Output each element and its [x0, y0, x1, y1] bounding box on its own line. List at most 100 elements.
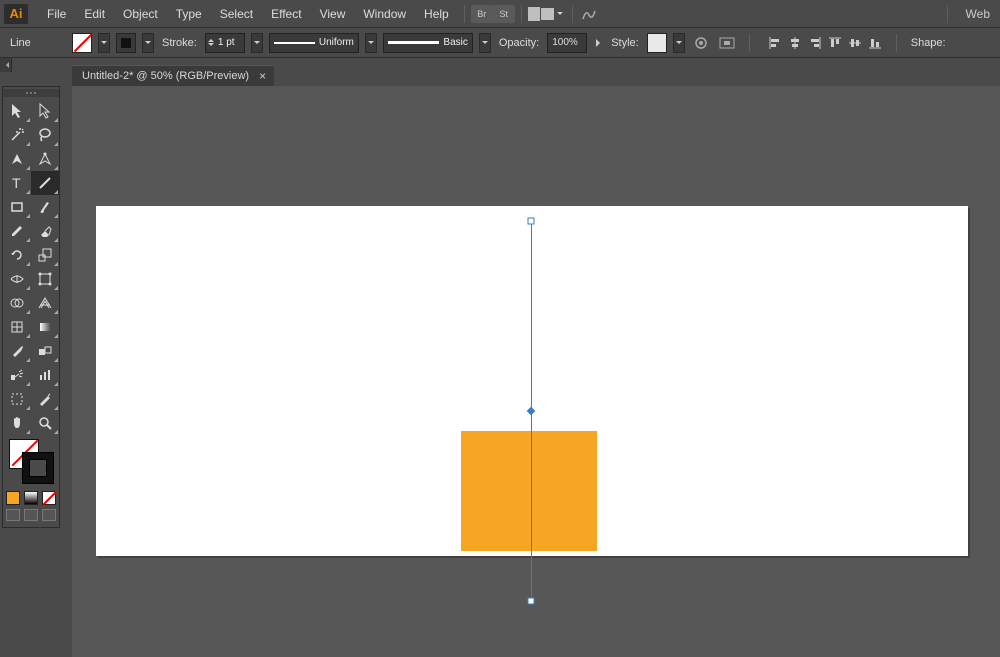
control-separator	[896, 34, 897, 52]
svg-text:T: T	[12, 176, 21, 190]
perspective-grid-tool[interactable]	[31, 291, 59, 315]
fill-dropdown[interactable]	[98, 33, 110, 53]
menu-window[interactable]: Window	[354, 3, 415, 25]
stock-button[interactable]: St	[493, 5, 515, 23]
slice-tool[interactable]	[31, 387, 59, 411]
color-mode-solid[interactable]	[6, 491, 20, 505]
stroke-color-box[interactable]	[23, 453, 53, 483]
color-mode-gradient[interactable]	[24, 491, 38, 505]
rectangle-tool[interactable]	[3, 195, 31, 219]
gpu-preview-icon[interactable]	[579, 4, 599, 24]
control-separator	[749, 34, 750, 52]
brush-definition-select[interactable]: Basic	[383, 33, 473, 53]
stroke-profile-select[interactable]: Uniform	[269, 33, 359, 53]
rotate-tool[interactable]	[3, 243, 31, 267]
menu-select[interactable]: Select	[211, 3, 262, 25]
graphic-style-dropdown[interactable]	[673, 33, 685, 53]
paintbrush-tool[interactable]	[31, 195, 59, 219]
stroke-dropdown[interactable]	[142, 33, 154, 53]
column-graph-tool[interactable]	[31, 363, 59, 387]
menu-file[interactable]: File	[38, 3, 75, 25]
bridge-button[interactable]: Br	[471, 5, 493, 23]
document-tab-bar: Untitled-2* @ 50% (RGB/Preview) ×	[72, 64, 274, 86]
mesh-tool[interactable]	[3, 315, 31, 339]
menu-effect[interactable]: Effect	[262, 3, 310, 25]
align-bottom-icon[interactable]	[866, 34, 884, 52]
screen-mode-row	[3, 509, 59, 525]
stroke-weight-stepper[interactable]: 1 pt	[205, 33, 245, 53]
align-buttons-group	[766, 34, 884, 52]
document-tab-title: Untitled-2* @ 50% (RGB/Preview)	[82, 70, 249, 82]
tools-panel-handle[interactable]	[3, 89, 59, 97]
workspace-switcher[interactable]: Web	[960, 5, 996, 23]
menu-view[interactable]: View	[311, 3, 355, 25]
close-tab-icon[interactable]: ×	[259, 70, 266, 82]
lasso-tool[interactable]	[31, 123, 59, 147]
pencil-tool[interactable]	[3, 219, 31, 243]
stroke-profile-dropdown[interactable]	[365, 33, 377, 53]
menu-type[interactable]: Type	[167, 3, 211, 25]
align-left-icon[interactable]	[766, 34, 784, 52]
draw-normal-icon[interactable]	[6, 509, 20, 521]
scale-tool[interactable]	[31, 243, 59, 267]
align-hcenter-icon[interactable]	[786, 34, 804, 52]
draw-inside-icon[interactable]	[42, 509, 56, 521]
style-label: Style:	[609, 37, 641, 49]
artboard-tool[interactable]	[3, 387, 31, 411]
brush-label: Basic	[443, 37, 467, 48]
stroke-swatch[interactable]	[116, 33, 136, 53]
opacity-value[interactable]: 100%	[547, 33, 587, 53]
tools-panel: T	[2, 86, 60, 528]
menu-separator	[464, 5, 465, 23]
document-tab[interactable]: Untitled-2* @ 50% (RGB/Preview) ×	[72, 65, 274, 86]
zoom-tool[interactable]	[31, 411, 59, 435]
hand-tool[interactable]	[3, 411, 31, 435]
menu-separator	[947, 5, 948, 23]
align-right-icon[interactable]	[806, 34, 824, 52]
menu-separator	[521, 5, 522, 23]
stroke-profile-label: Uniform	[319, 37, 354, 48]
color-mode-none[interactable]	[42, 491, 56, 505]
selection-tool[interactable]	[3, 99, 31, 123]
free-transform-tool[interactable]	[31, 267, 59, 291]
symbol-sprayer-tool[interactable]	[3, 363, 31, 387]
eyedropper-tool[interactable]	[3, 339, 31, 363]
line-segment-tool[interactable]	[31, 171, 59, 195]
shape-builder-tool[interactable]	[3, 291, 31, 315]
blend-tool[interactable]	[31, 339, 59, 363]
arrange-documents-button[interactable]	[528, 6, 554, 22]
align-top-icon[interactable]	[826, 34, 844, 52]
menu-object[interactable]: Object	[114, 3, 167, 25]
recolor-artwork-icon[interactable]	[691, 33, 711, 53]
opacity-dropdown[interactable]	[593, 38, 603, 48]
arrange-documents-dropdown[interactable]	[554, 4, 566, 24]
width-tool[interactable]	[3, 267, 31, 291]
align-vcenter-icon[interactable]	[846, 34, 864, 52]
draw-behind-icon[interactable]	[24, 509, 38, 521]
type-tool[interactable]: T	[3, 171, 31, 195]
direct-selection-tool[interactable]	[31, 99, 59, 123]
curvature-tool[interactable]	[31, 147, 59, 171]
menu-help[interactable]: Help	[415, 3, 458, 25]
menu-edit[interactable]: Edit	[75, 3, 114, 25]
tool-name-label: Line	[6, 37, 66, 49]
shape-label: Shape:	[909, 37, 948, 49]
stroke-weight-dropdown[interactable]	[251, 33, 263, 53]
artboard[interactable]	[96, 206, 968, 556]
canvas-area[interactable]	[72, 86, 1000, 657]
pen-tool[interactable]	[3, 147, 31, 171]
fill-stroke-control[interactable]	[9, 439, 53, 489]
eraser-tool[interactable]	[31, 219, 59, 243]
orange-rectangle-object[interactable]	[461, 431, 597, 551]
magic-wand-tool[interactable]	[3, 123, 31, 147]
align-to-artboard-icon[interactable]	[717, 33, 737, 53]
brush-dropdown[interactable]	[479, 33, 491, 53]
line-endpoint-top-handle[interactable]	[528, 218, 535, 225]
panel-dock-toggle[interactable]	[0, 58, 12, 72]
app-logo: Ai	[4, 4, 28, 24]
stroke-weight-value[interactable]: 1 pt	[216, 37, 244, 48]
line-endpoint-bottom-handle[interactable]	[528, 598, 535, 605]
fill-swatch[interactable]	[72, 33, 92, 53]
gradient-tool[interactable]	[31, 315, 59, 339]
graphic-style-swatch[interactable]	[647, 33, 667, 53]
